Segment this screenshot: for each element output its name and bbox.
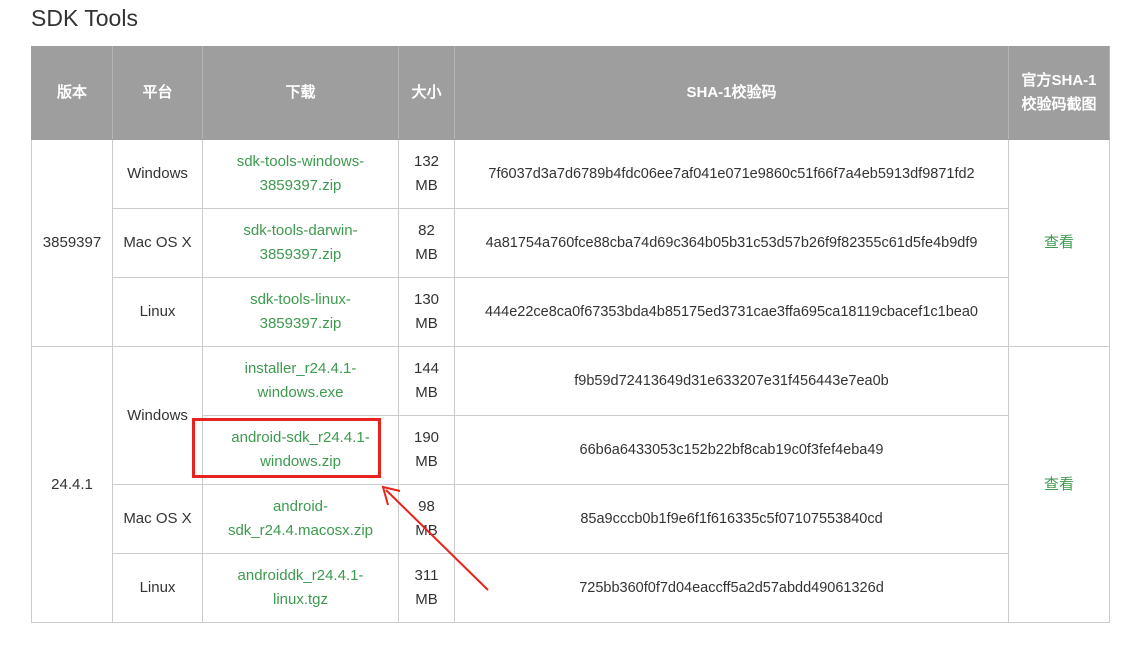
sha1-cell: 66b6a6433053c152b22bf8cab19c0f3fef4eba49 <box>454 415 1009 485</box>
platform-cell: Mac OS X <box>112 208 203 278</box>
platform-cell: Mac OS X <box>112 484 203 554</box>
download-cell: sdk-tools-windows-3859397.zip <box>202 139 399 209</box>
download-cell: android-sdk_r24.4.1-windows.zip <box>202 415 399 485</box>
table-row: 24.4.1 Windows installer_r24.4.1-windows… <box>31 346 1110 623</box>
size-cell: 144 MB <box>398 346 455 416</box>
download-link[interactable]: android-sdk_r24.4.macosx.zip <box>228 498 373 539</box>
download-link[interactable]: sdk-tools-darwin-3859397.zip <box>243 222 357 263</box>
header-sha1: SHA-1校验码 <box>454 46 1009 140</box>
download-cell: androiddk_r24.4.1-linux.tgz <box>202 553 399 623</box>
screenshot-cell: 查看 <box>1008 139 1110 347</box>
header-platform: 平台 <box>112 46 203 140</box>
page: SDK Tools 版本 平台 下载 大小 SHA-1校验码 官方SHA-1校验… <box>0 0 1137 647</box>
sha1-cell: 85a9cccb0b1f9e6f1f616335c5f07107553840cd <box>454 484 1009 554</box>
download-link[interactable]: androiddk_r24.4.1-linux.tgz <box>238 567 364 608</box>
header-size: 大小 <box>398 46 455 140</box>
size-cell: 98 MB <box>398 484 455 554</box>
table-row: Linux androiddk_r24.4.1-linux.tgz 311 MB… <box>32 553 1110 623</box>
size-cell: 82 MB <box>398 208 455 278</box>
sha1-cell: 725bb360f0f7d04eaccff5a2d57abdd49061326d <box>454 553 1009 623</box>
download-link[interactable]: sdk-tools-linux-3859397.zip <box>250 291 351 332</box>
table-row: Mac OS X android-sdk_r24.4.macosx.zip 98… <box>32 484 1110 554</box>
sha1-cell: 7f6037d3a7d6789b4fdc06ee7af041e071e9860c… <box>454 139 1009 209</box>
version-cell: 3859397 <box>31 139 113 347</box>
table-header-row: 版本 平台 下载 大小 SHA-1校验码 官方SHA-1校验码截图 <box>31 46 1110 140</box>
download-link-highlighted[interactable]: android-sdk_r24.4.1-windows.zip <box>231 429 369 470</box>
platform-cell: Linux <box>112 277 203 347</box>
header-version: 版本 <box>31 46 113 140</box>
download-cell: sdk-tools-darwin-3859397.zip <box>202 208 399 278</box>
size-cell: 311 MB <box>398 553 455 623</box>
section-title: SDK Tools <box>31 5 138 31</box>
table-row: Mac OS X sdk-tools-darwin-3859397.zip 82… <box>32 208 1110 278</box>
sha1-cell: f9b59d72413649d31e633207e31f456443e7ea0b <box>454 346 1009 416</box>
download-cell: installer_r24.4.1-windows.exe <box>202 346 399 416</box>
view-screenshot-link[interactable]: 查看 <box>1044 476 1074 493</box>
sha1-cell: 4a81754a760fce88cba74d69c364b05b31c53d57… <box>454 208 1009 278</box>
size-cell: 130 MB <box>398 277 455 347</box>
download-link[interactable]: installer_r24.4.1-windows.exe <box>245 360 357 401</box>
size-cell: 132 MB <box>398 139 455 209</box>
version-cell: 24.4.1 <box>31 346 113 623</box>
platform-cell: Linux <box>112 553 203 623</box>
platform-cell: Windows <box>112 139 203 209</box>
sdk-tools-table: 版本 平台 下载 大小 SHA-1校验码 官方SHA-1校验码截图 385939… <box>31 46 1110 623</box>
download-cell: android-sdk_r24.4.macosx.zip <box>202 484 399 554</box>
view-screenshot-link[interactable]: 查看 <box>1044 234 1074 251</box>
sha1-cell: 444e22ce8ca0f67353bda4b85175ed3731cae3ff… <box>454 277 1009 347</box>
table-row: Linux sdk-tools-linux-3859397.zip 130 MB… <box>32 277 1110 347</box>
header-screenshot: 官方SHA-1校验码截图 <box>1008 46 1110 140</box>
table-row: 3859397 Windows sdk-tools-windows-385939… <box>31 139 1110 347</box>
platform-cell: Windows <box>112 346 203 485</box>
download-link[interactable]: sdk-tools-windows-3859397.zip <box>237 153 365 194</box>
header-download: 下载 <box>202 46 399 140</box>
size-cell: 190 MB <box>398 415 455 485</box>
screenshot-cell: 查看 <box>1008 346 1110 623</box>
download-cell: sdk-tools-linux-3859397.zip <box>202 277 399 347</box>
